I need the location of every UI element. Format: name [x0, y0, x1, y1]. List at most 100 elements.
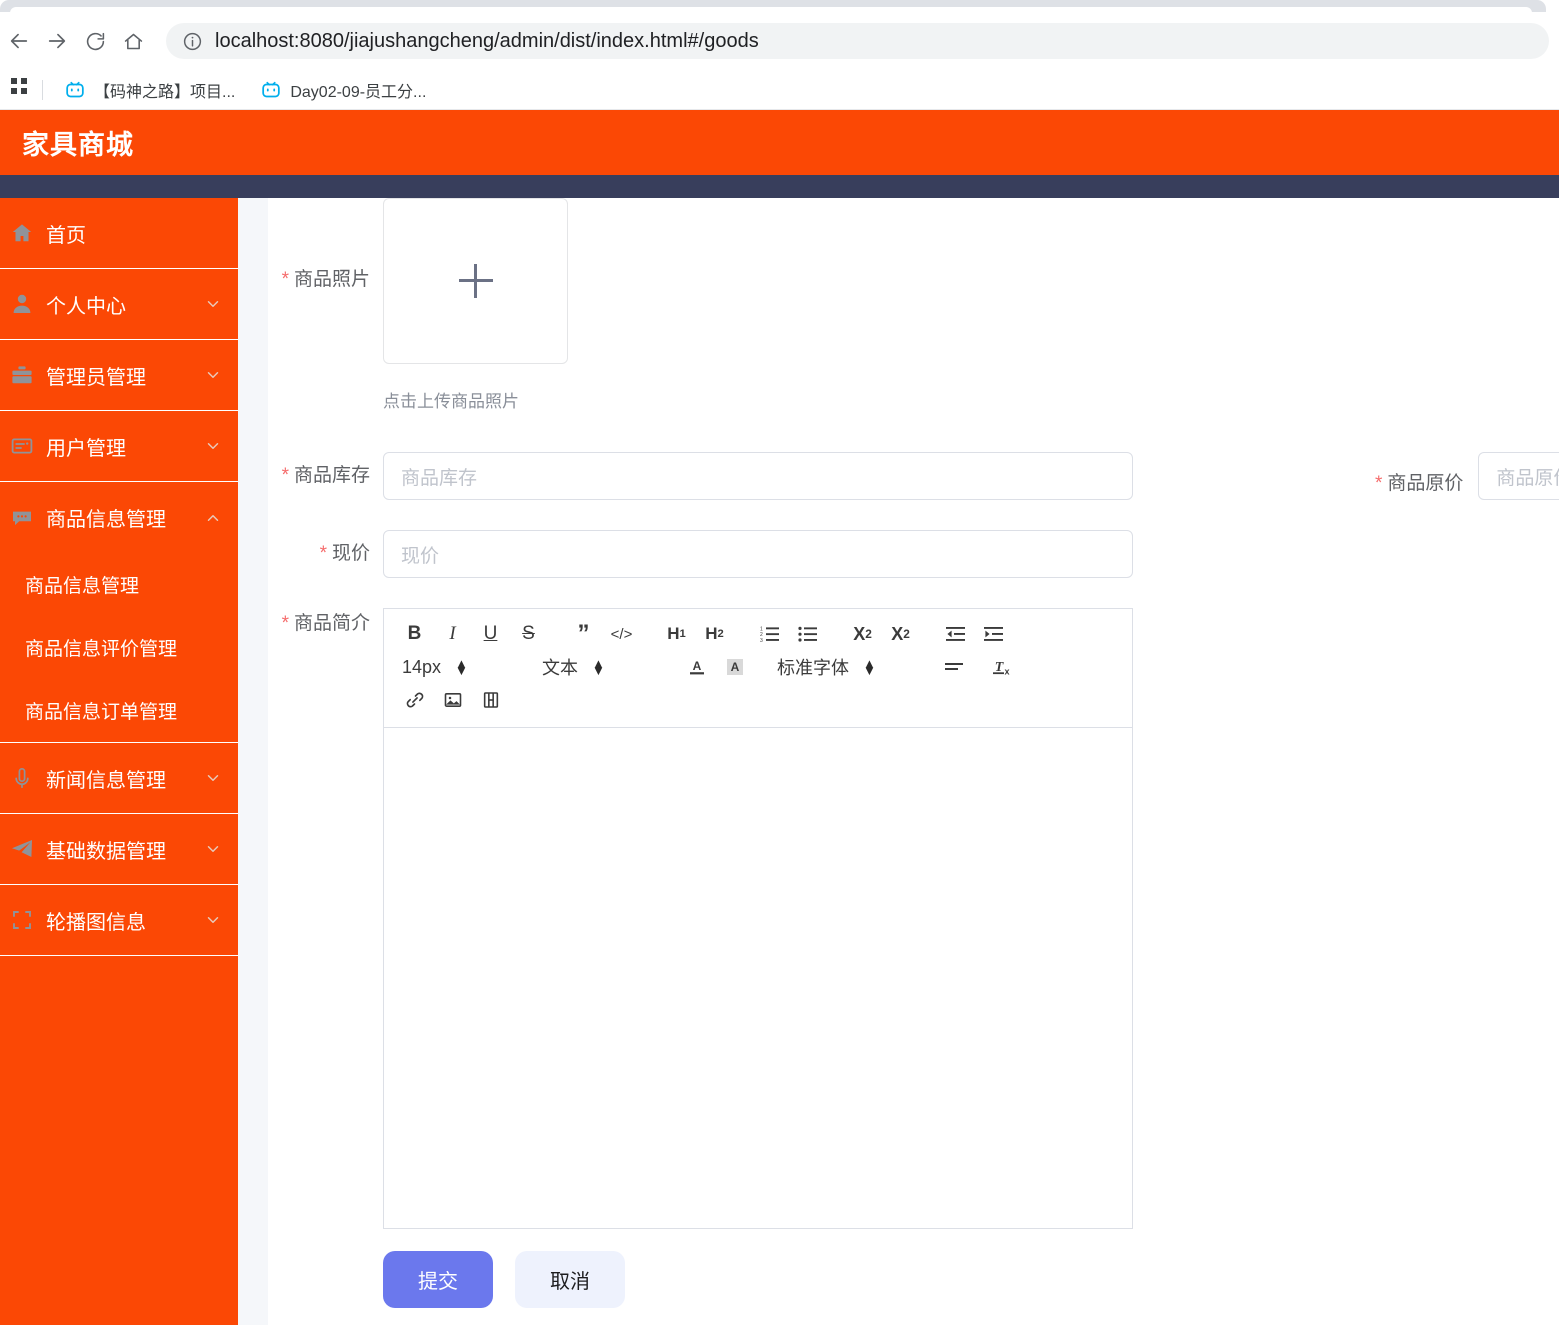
svg-text:A: A — [730, 660, 739, 674]
original-price-input-placeholder: 商品原价 — [1496, 467, 1559, 489]
sidebar-item-user-management[interactable]: 用户管理 — [0, 411, 238, 482]
sidebar-item-goods-management[interactable]: 商品信息管理 — [0, 482, 238, 553]
apps-grid-icon — [10, 77, 30, 102]
editor-toolbar-row-1: B I U S ” </> H1 H2 1 2 3 X 2 X 2 — [402, 619, 1114, 649]
goods-form-panel: * 商品照片 点击上传商品照片 * 商品库存 商品库存 * 商品原价 商品原 *… — [268, 198, 1559, 1325]
sidebar-item-personal-center[interactable]: 个人中心 — [0, 269, 238, 340]
forward-button[interactable] — [38, 22, 76, 60]
editor-clear-format-button[interactable]: T x — [988, 652, 1013, 682]
form-row-current-price: * 现价 现价 — [268, 530, 1559, 578]
required-marker: * — [1375, 472, 1383, 494]
current-price-input-placeholder: 现价 — [401, 545, 440, 567]
browser-tab[interactable] — [0, 0, 1546, 13]
sidebar-item-news-management[interactable]: 新闻信息管理 — [0, 743, 238, 814]
editor-align-button[interactable] — [941, 652, 966, 682]
label-current-price-text: 现价 — [331, 543, 370, 564]
reload-button[interactable] — [76, 22, 114, 60]
address-bar-url: localhost:8080/jiajushangcheng/admin/dis… — [215, 29, 759, 52]
address-bar[interactable]: localhost:8080/jiajushangcheng/admin/dis… — [166, 23, 1549, 59]
editor-font-color-button[interactable]: A — [684, 652, 709, 682]
editor-bullet-list-button[interactable] — [795, 619, 820, 649]
photo-upload-button[interactable] — [383, 198, 568, 364]
sidebar-item-home[interactable]: 首页 — [0, 198, 238, 269]
sidebar-item-basic-data-management[interactable]: 基础数据管理 — [0, 814, 238, 885]
home-icon — [123, 31, 144, 52]
editor-outdent-button[interactable] — [943, 619, 968, 649]
briefcase-icon — [10, 363, 40, 387]
form-row-actions: 提交 取消 — [268, 1251, 1559, 1308]
editor-underline-button[interactable]: U — [478, 619, 503, 649]
current-price-input[interactable]: 现价 — [383, 530, 1133, 578]
editor-ordered-list-button[interactable]: 1 2 3 — [757, 619, 782, 649]
editor-font-family-value: 标准字体 — [777, 658, 849, 678]
bookmark-label: 【码神之路】项目... — [94, 83, 236, 101]
editor-code-block-button[interactable]: </> — [609, 619, 634, 649]
label-original-price: * 商品原价 — [1375, 460, 1478, 493]
app-header: 家具商城 — [0, 110, 1559, 175]
home-button[interactable] — [114, 22, 152, 60]
editor-italic-button[interactable]: I — [440, 619, 465, 649]
stock-input[interactable]: 商品库存 — [383, 452, 1133, 500]
editor-insert-image-button[interactable] — [440, 685, 465, 715]
sidebar-item-label: 管理员管理 — [46, 366, 146, 389]
sidebar-item-carousel-info[interactable]: 轮播图信息 — [0, 885, 238, 956]
photo-upload-group: 点击上传商品照片 — [383, 198, 568, 412]
chat-icon — [10, 506, 40, 530]
editor-block-type-value: 文本 — [542, 658, 578, 678]
bilibili-icon — [261, 80, 281, 100]
editor-insert-link-button[interactable] — [402, 685, 427, 715]
required-marker: * — [281, 613, 289, 634]
apps-shortcut-button[interactable] — [0, 77, 40, 102]
sidebar-item-admin-management[interactable]: 管理员管理 — [0, 340, 238, 411]
label-description-text: 商品简介 — [293, 613, 370, 634]
sidebar-subitem-goods-order[interactable]: 商品信息订单管理 — [0, 679, 238, 742]
chevron-down-icon — [204, 295, 222, 313]
description-editor-content[interactable] — [384, 728, 1132, 1228]
back-arrow-icon — [8, 30, 30, 52]
sidebar-subitem-goods-review[interactable]: 商品信息评价管理 — [0, 616, 238, 679]
editor-heading-1-button[interactable]: H1 — [664, 619, 689, 649]
chevron-down-icon — [204, 840, 222, 858]
id-card-icon — [10, 434, 40, 458]
back-button[interactable] — [0, 22, 38, 60]
editor-strikethrough-button[interactable]: S — [516, 619, 541, 649]
submit-button[interactable]: 提交 — [383, 1251, 493, 1308]
label-stock-text: 商品库存 — [293, 465, 370, 486]
editor-subscript-button[interactable]: X2 — [850, 619, 875, 649]
editor-font-family-select[interactable]: 标准字体 ▲ ▼ — [777, 654, 917, 680]
editor-blockquote-button[interactable]: ” — [571, 619, 596, 649]
chevron-updown-icon: ▲ ▼ — [592, 655, 605, 678]
form-row-photo: * 商品照片 点击上传商品照片 — [268, 198, 1559, 412]
required-marker: * — [281, 269, 289, 290]
editor-superscript-button[interactable]: X2 — [888, 619, 913, 649]
forward-arrow-icon — [46, 30, 68, 52]
sidebar-subitem-goods-info[interactable]: 商品信息管理 — [0, 553, 238, 616]
editor-background-color-button[interactable]: A — [722, 652, 747, 682]
form-actions: 提交 取消 — [383, 1251, 625, 1308]
editor-bold-button[interactable]: B — [402, 619, 427, 649]
cancel-button[interactable]: 取消 — [515, 1251, 625, 1308]
main-gutter — [238, 198, 268, 1325]
user-icon — [10, 292, 40, 316]
editor-font-size-value: 14px — [402, 656, 442, 677]
chevron-down-icon — [204, 769, 222, 787]
chevron-updown-icon: ▲ ▼ — [863, 655, 876, 678]
site-info-icon[interactable] — [182, 31, 203, 52]
plus-icon — [458, 264, 493, 298]
editor-indent-button[interactable] — [981, 619, 1006, 649]
bookmark-item[interactable]: 【码神之路】项目... — [57, 74, 243, 106]
svg-text:3: 3 — [760, 638, 763, 643]
required-marker: * — [281, 465, 289, 486]
sidebar-item-label: 商品信息管理 — [46, 509, 166, 531]
editor-font-size-select[interactable]: 14px ▲ ▼ — [402, 657, 512, 678]
form-row-description: * 商品简介 B I U S ” </> H1 H2 1 2 3 X 2 X 2… — [268, 608, 1559, 1229]
editor-insert-video-button[interactable] — [478, 685, 503, 715]
svg-text:x: x — [1004, 667, 1009, 677]
editor-heading-2-button[interactable]: H2 — [702, 619, 727, 649]
browser-toolbar: localhost:8080/jiajushangcheng/admin/dis… — [0, 12, 1559, 70]
bookmark-item[interactable]: Day02-09-员工分... — [253, 74, 434, 106]
label-description: * 商品简介 — [268, 608, 383, 633]
editor-block-type-select[interactable]: 文本 ▲ ▼ — [542, 654, 662, 680]
original-price-input[interactable]: 商品原价 — [1478, 452, 1559, 500]
label-current-price: * 现价 — [268, 530, 383, 563]
